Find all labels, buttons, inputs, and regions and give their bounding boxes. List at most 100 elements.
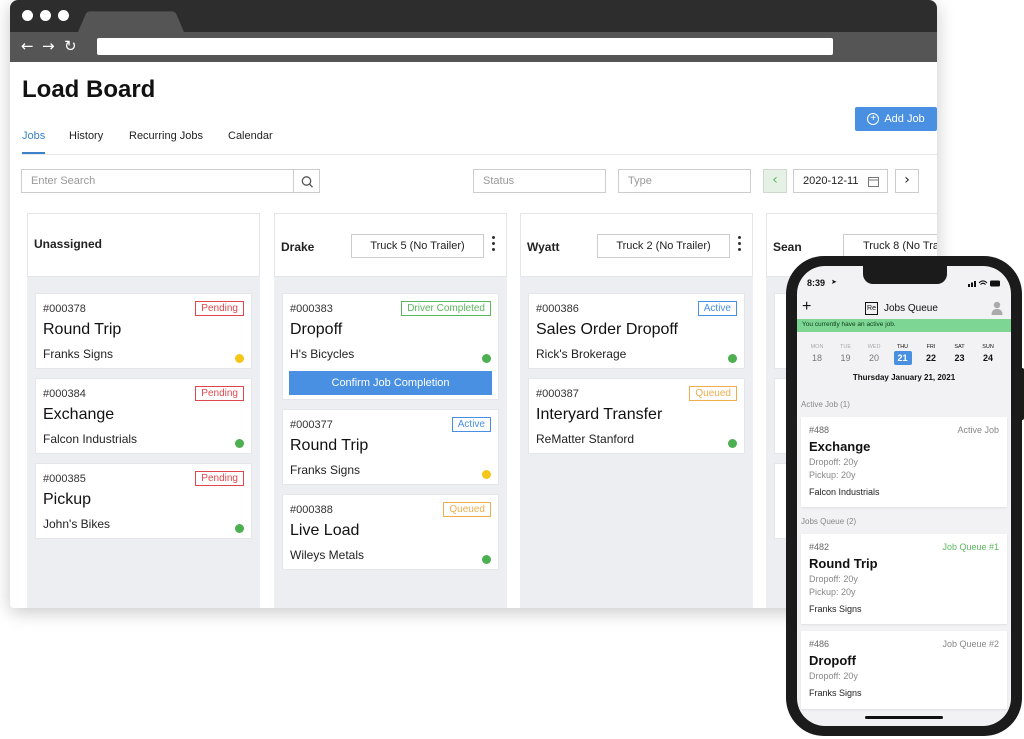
job-title: Pickup [43, 491, 92, 508]
job-card[interactable]: #000387 Queued Interyard Transfer ReMatter … [528, 378, 745, 454]
user-icon[interactable] [991, 301, 1003, 315]
phone-frame: 8:39 ➤ + Re Jobs Queue You currently hav… [786, 256, 1024, 736]
mobile-job-card[interactable]: #486 Job Queue #2 Dropoff Dropoff: 20y F… [801, 631, 1007, 709]
column-header: Wyatt Truck 2 (No Trailer) [520, 213, 753, 277]
job-title: Round Trip [809, 556, 878, 571]
job-title: Dropoff [290, 321, 343, 338]
status-placeholder: Status [483, 175, 515, 187]
reload-icon[interactable]: ↻ [64, 37, 77, 55]
status-badge: Active [697, 301, 737, 316]
tab-calendar[interactable]: Calendar [228, 130, 273, 142]
more-vertical-icon[interactable] [736, 236, 742, 256]
status-dot [235, 354, 244, 363]
wifi-icon [978, 280, 988, 285]
day-item[interactable]: WED 20 [865, 343, 883, 365]
day-item[interactable]: SAT 23 [951, 343, 969, 365]
address-bar[interactable] [97, 38, 833, 55]
job-card[interactable]: #000385 Pending Pickup John's Bikes [35, 463, 252, 539]
job-dropoff: Dropoff: 20y [809, 574, 858, 584]
next-date-button[interactable]: › [895, 169, 919, 193]
column-drake: Drake Truck 5 (No Trailer) #000383 Driver… [274, 213, 507, 608]
day-number: 21 [893, 351, 912, 365]
job-dropoff: Dropoff: 20y [809, 457, 858, 467]
job-title: Interyard Transfer [536, 406, 663, 423]
day-number: 20 [868, 353, 879, 363]
day-name: SAT [954, 344, 965, 350]
truck-select[interactable]: Truck 8 (No Tra [843, 234, 937, 258]
day-item[interactable]: SUN 24 [979, 343, 997, 365]
day-item[interactable]: FRI 22 [922, 343, 940, 365]
status-badge: Queued [689, 386, 737, 401]
window-minimize-dot[interactable] [40, 10, 51, 21]
job-status: Job Queue #1 [942, 542, 999, 552]
job-status: Active Job [957, 425, 999, 435]
status-icons [968, 280, 1000, 287]
status-badge: Pending [195, 386, 244, 401]
mobile-job-card[interactable]: #482 Job Queue #1 Round Trip Dropoff: 20… [801, 534, 1007, 624]
status-badge: Queued [443, 502, 491, 517]
add-job-button[interactable]: + Add Job [855, 107, 937, 131]
job-card[interactable]: #000377 Active Round Trip Franks Signs [282, 409, 499, 485]
job-number: #488 [809, 425, 830, 435]
phone-screen: 8:39 ➤ + Re Jobs Queue You currently hav… [797, 266, 1011, 726]
date-picker[interactable]: 2020-12-11 [793, 169, 888, 193]
window-close-dot[interactable] [22, 10, 33, 21]
truck-select[interactable]: Truck 2 (No Trailer) [597, 234, 730, 258]
plus-circle-icon: + [867, 113, 880, 125]
job-number: #000388 [290, 504, 333, 516]
day-item[interactable]: MON 18 [808, 343, 826, 365]
job-number: #486 [809, 639, 830, 649]
day-item[interactable]: THU 21 [893, 343, 912, 365]
location-icon: ➤ [831, 279, 837, 286]
active-section-label: Active Job (1) [801, 400, 850, 409]
previous-date-button[interactable]: ‹ [763, 169, 787, 193]
job-company: Franks Signs [809, 604, 862, 614]
add-icon[interactable]: + [802, 299, 811, 315]
browser-titlebar [10, 0, 937, 32]
search-button[interactable] [293, 169, 320, 193]
job-card[interactable]: #000386 Active Sales Order Dropoff Rick's B… [528, 293, 745, 369]
job-pickup: Pickup: 20y [809, 470, 856, 480]
mobile-job-card[interactable]: #488 Active Job Exchange Dropoff: 20y Pi… [801, 417, 1007, 507]
tab-jobs[interactable]: Jobs [22, 130, 45, 142]
more-vertical-icon[interactable] [490, 236, 496, 256]
job-pickup: Pickup: 20y [809, 587, 856, 597]
tab-history[interactable]: History [69, 130, 103, 142]
tab-recurring-jobs[interactable]: Recurring Jobs [129, 130, 203, 142]
job-company: Falcon Industrials [809, 487, 880, 497]
status-select[interactable]: Status [473, 169, 606, 193]
column-title: Sean [773, 240, 802, 254]
window-maximize-dot[interactable] [58, 10, 69, 21]
app-logo: Re [865, 302, 878, 315]
job-card[interactable]: #000384 Pending Exchange Falcon Industrials [35, 378, 252, 454]
phone-notch [863, 266, 947, 284]
job-company: John's Bikes [43, 517, 110, 531]
type-select[interactable]: Type [618, 169, 751, 193]
job-title: Exchange [43, 406, 115, 423]
column-unassigned: Unassigned #000378 Pending Round Trip Frank… [27, 213, 260, 608]
job-number: #000385 [43, 473, 86, 485]
job-title: Dropoff [809, 653, 856, 668]
job-company: Falcon Industrials [43, 432, 138, 446]
status-dot [235, 524, 244, 533]
confirm-job-completion-button[interactable]: Confirm Job Completion [289, 371, 492, 395]
column-wyatt: Wyatt Truck 2 (No Trailer) #000386 Active… [520, 213, 753, 608]
job-number: #000387 [536, 388, 579, 400]
day-number: 22 [925, 353, 936, 363]
day-item[interactable]: TUE 19 [837, 343, 855, 365]
day-number: 23 [954, 353, 965, 363]
column-title: Drake [281, 240, 315, 254]
browser-tab[interactable] [78, 11, 184, 32]
forward-arrow-icon[interactable]: → [42, 37, 55, 55]
job-card[interactable]: #000388 Queued Live Load Wileys Metals [282, 494, 499, 570]
search-input[interactable]: Enter Search [21, 169, 294, 193]
back-arrow-icon[interactable]: ← [21, 37, 34, 55]
job-company: Franks Signs [290, 463, 361, 477]
job-card[interactable]: #000378 Pending Round Trip Franks Signs [35, 293, 252, 369]
truck-select[interactable]: Truck 5 (No Trailer) [351, 234, 484, 258]
job-card[interactable]: #000383 Driver Completed Dropoff H's Bicycl… [282, 293, 499, 400]
status-dot [235, 439, 244, 448]
home-indicator [865, 716, 943, 719]
calendar-icon [868, 177, 879, 187]
job-company: ReMatter Stanford [536, 432, 635, 446]
